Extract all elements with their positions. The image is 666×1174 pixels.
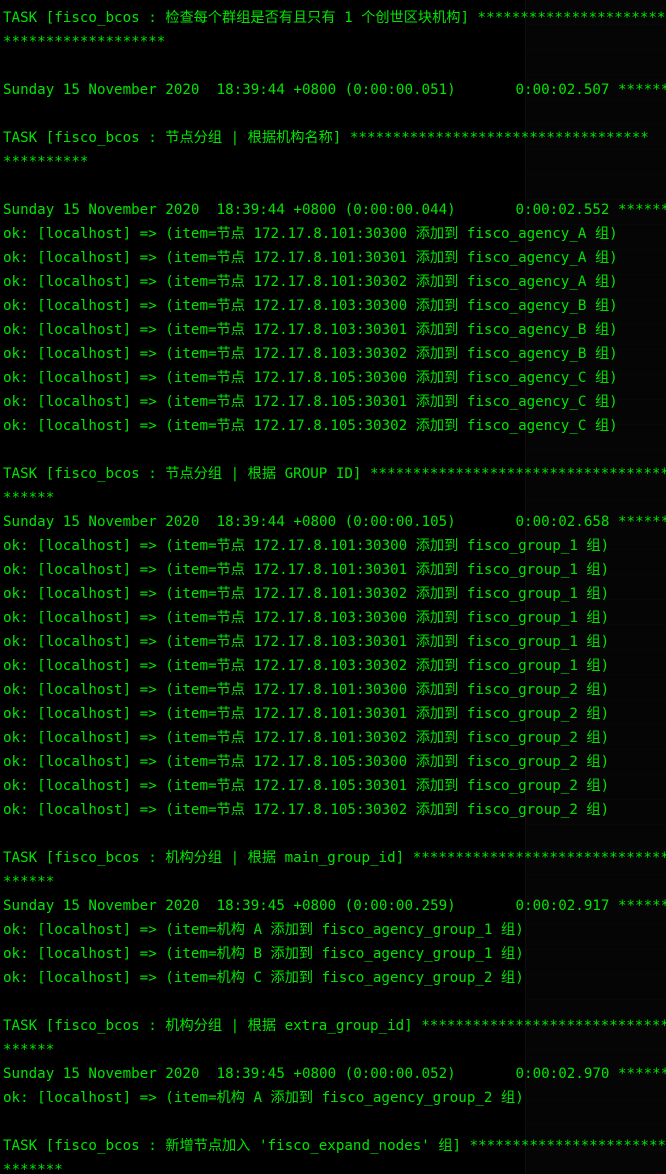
task-header-line: ******************* (3, 34, 166, 50)
ok-result-line: ok: [localhost] => (item=节点 172.17.8.105… (3, 778, 610, 794)
task-header-line: ****** (3, 874, 55, 890)
ok-result-line: ok: [localhost] => (item=节点 172.17.8.101… (3, 730, 610, 746)
ok-result-line: ok: [localhost] => (item=节点 172.17.8.101… (3, 586, 610, 602)
task-header-line: TASK [fisco_bcos : 节点分组 | 根据机构名称] ******… (3, 130, 649, 146)
terminal-window[interactable]: TASK [fisco_bcos : 检查每个群组是否有且只有 1 个创世区块机… (0, 0, 666, 1174)
task-header-line: TASK [fisco_bcos : 机构分组 | 根据 main_group_… (3, 850, 666, 866)
task-header-line: ****** (3, 1042, 55, 1058)
task-header-line: TASK [fisco_bcos : 机构分组 | 根据 extra_group… (3, 1018, 666, 1034)
ok-result-line: ok: [localhost] => (item=节点 172.17.8.103… (3, 298, 618, 314)
ok-result-line: ok: [localhost] => (item=节点 172.17.8.105… (3, 754, 610, 770)
ok-result-line: ok: [localhost] => (item=节点 172.17.8.103… (3, 658, 610, 674)
ok-result-line: ok: [localhost] => (item=机构 A 添加到 fisco_… (3, 922, 524, 938)
timestamp-line: Sunday 15 November 2020 18:39:45 +0800 (… (3, 898, 666, 914)
terminal-output: TASK [fisco_bcos : 检查每个群组是否有且只有 1 个创世区块机… (3, 6, 666, 1174)
ok-result-line: ok: [localhost] => (item=节点 172.17.8.103… (3, 610, 610, 626)
ok-result-line: ok: [localhost] => (item=节点 172.17.8.101… (3, 682, 610, 698)
ok-result-line: ok: [localhost] => (item=机构 A 添加到 fisco_… (3, 1090, 524, 1106)
timestamp-line: Sunday 15 November 2020 18:39:44 +0800 (… (3, 202, 666, 218)
ok-result-line: ok: [localhost] => (item=节点 172.17.8.103… (3, 634, 610, 650)
ok-result-line: ok: [localhost] => (item=节点 172.17.8.105… (3, 418, 618, 434)
ok-result-line: ok: [localhost] => (item=节点 172.17.8.101… (3, 538, 610, 554)
ok-result-line: ok: [localhost] => (item=节点 172.17.8.105… (3, 394, 618, 410)
ok-result-line: ok: [localhost] => (item=节点 172.17.8.105… (3, 802, 610, 818)
task-header-line: TASK [fisco_bcos : 新增节点加入 'fisco_expand_… (3, 1138, 666, 1154)
task-header-line: TASK [fisco_bcos : 节点分组 | 根据 GROUP ID] *… (3, 466, 666, 482)
task-header-line: ****** (3, 490, 55, 506)
task-header-line: TASK [fisco_bcos : 检查每个群组是否有且只有 1 个创世区块机… (3, 10, 666, 26)
task-header-line: ******* (3, 1162, 63, 1174)
ok-result-line: ok: [localhost] => (item=节点 172.17.8.101… (3, 706, 610, 722)
timestamp-line: Sunday 15 November 2020 18:39:44 +0800 (… (3, 82, 666, 98)
ok-result-line: ok: [localhost] => (item=节点 172.17.8.101… (3, 562, 610, 578)
ok-result-line: ok: [localhost] => (item=节点 172.17.8.103… (3, 346, 618, 362)
ok-result-line: ok: [localhost] => (item=节点 172.17.8.103… (3, 322, 618, 338)
task-header-line: ********** (3, 154, 89, 170)
ok-result-line: ok: [localhost] => (item=节点 172.17.8.101… (3, 274, 618, 290)
ok-result-line: ok: [localhost] => (item=机构 B 添加到 fisco_… (3, 946, 524, 962)
ok-result-line: ok: [localhost] => (item=节点 172.17.8.101… (3, 226, 618, 242)
ok-result-line: ok: [localhost] => (item=节点 172.17.8.105… (3, 370, 618, 386)
timestamp-line: Sunday 15 November 2020 18:39:44 +0800 (… (3, 514, 666, 530)
ok-result-line: ok: [localhost] => (item=机构 C 添加到 fisco_… (3, 970, 524, 986)
ok-result-line: ok: [localhost] => (item=节点 172.17.8.101… (3, 250, 618, 266)
timestamp-line: Sunday 15 November 2020 18:39:45 +0800 (… (3, 1066, 666, 1082)
